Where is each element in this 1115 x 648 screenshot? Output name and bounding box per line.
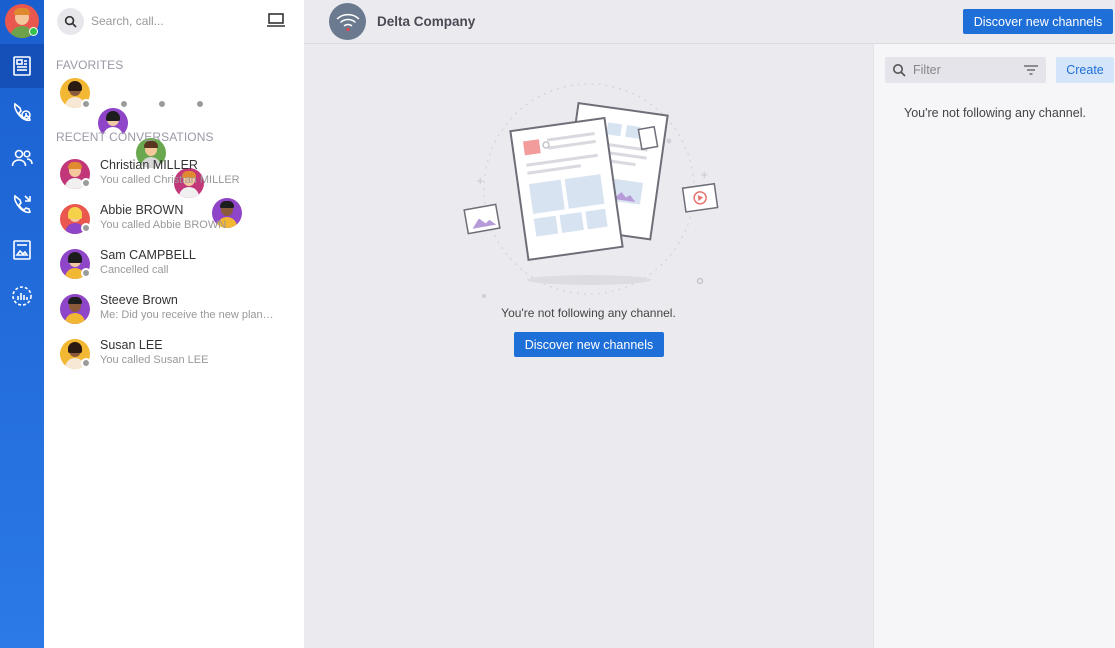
conversation-subtitle: Me: Did you receive the new plan… [100, 309, 274, 321]
search-input[interactable]: Search, call... [91, 14, 164, 28]
status-dot [81, 178, 91, 188]
search-button[interactable] [57, 8, 84, 35]
nav-news[interactable] [0, 44, 44, 88]
status-dot [195, 99, 205, 109]
conversation-name: Sam CAMPBELL [100, 248, 196, 262]
recent-conversations-title: RECENT CONVERSATIONS [56, 130, 214, 144]
discover-channels-button-center[interactable]: Discover new channels [514, 332, 664, 357]
conversation-subtitle: You called Abbie BROWN [100, 219, 227, 231]
status-dot [81, 358, 91, 368]
filter-icon[interactable] [1023, 64, 1039, 76]
search-icon [64, 15, 77, 28]
conversation-subtitle: Cancelled call [100, 264, 169, 276]
svg-text:+: + [700, 170, 708, 181]
status-dot [81, 223, 91, 233]
nav-stats[interactable] [0, 274, 44, 318]
channels-main: + + You're not following any channel. Di… [304, 44, 873, 648]
status-dot [119, 99, 129, 109]
avatar [60, 294, 90, 324]
call-log-icon [13, 194, 31, 214]
nav-call-log[interactable] [0, 182, 44, 226]
conversation-subtitle: You called Susan LEE [100, 354, 209, 366]
search-bar: Search, call... [44, 0, 304, 44]
nav-contacts[interactable] [0, 136, 44, 180]
search-icon [893, 64, 906, 77]
conversation-name: Susan LEE [100, 338, 163, 352]
discover-channels-button[interactable]: Discover new channels [963, 9, 1113, 34]
conversation-name: Steeve Brown [100, 293, 178, 307]
filter-input[interactable]: Filter [885, 57, 1046, 83]
conversation-item[interactable]: Christian MILLER You called Christian MI… [44, 156, 304, 200]
company-logo [329, 3, 366, 40]
channels-side-panel: Filter Create You're not following any c… [873, 44, 1115, 648]
filter-placeholder: Filter [913, 63, 941, 77]
conversations-panel: Search, call... FAVORITES RECENT CONVERS… [44, 0, 304, 648]
conversation-item[interactable]: Steeve Brown Me: Did you receive the new… [44, 291, 304, 335]
contacts-icon [11, 149, 33, 167]
status-dot [157, 99, 167, 109]
svg-text:+: + [476, 176, 484, 187]
documents-illustration: + + [463, 83, 719, 298]
computer-mode-button[interactable] [266, 12, 286, 31]
wifi-icon [335, 13, 360, 31]
conversation-item[interactable]: Abbie BROWN You called Abbie BROWN [44, 201, 304, 245]
presence-online-dot [29, 27, 38, 36]
conversation-item[interactable]: Sam CAMPBELL Cancelled call [44, 246, 304, 290]
empty-state-text: You're not following any channel. [501, 306, 676, 320]
conversation-item[interactable]: Susan LEE You called Susan LEE [44, 336, 304, 380]
stats-icon [12, 286, 32, 306]
nav-rail [0, 0, 44, 648]
conversation-name: Christian MILLER [100, 158, 198, 172]
nav-calls[interactable] [0, 90, 44, 134]
conversation-subtitle: You called Christian MILLER [100, 174, 240, 186]
company-name: Delta Company [377, 14, 476, 29]
status-dot [81, 99, 91, 109]
files-icon [13, 240, 31, 260]
favorites-title: FAVORITES [56, 58, 124, 72]
conversation-name: Abbie BROWN [100, 203, 184, 217]
side-empty-text: You're not following any channel. [904, 106, 1086, 120]
nav-files[interactable] [0, 228, 44, 272]
status-dot [81, 268, 91, 278]
news-icon [13, 56, 31, 76]
computer-icon [267, 13, 285, 27]
create-channel-button[interactable]: Create [1056, 57, 1114, 83]
header: Delta Company Discover new channels [304, 0, 1115, 44]
calls-icon [13, 102, 31, 122]
